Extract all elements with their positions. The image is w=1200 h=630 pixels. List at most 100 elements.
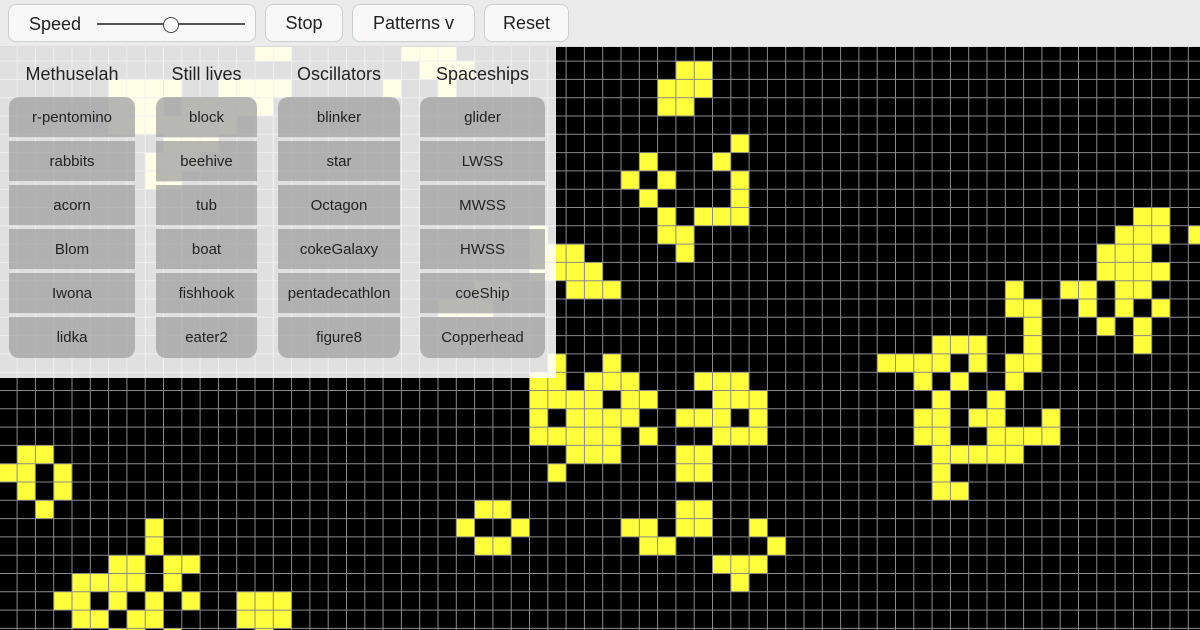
live-cell bbox=[712, 372, 731, 391]
live-cell bbox=[730, 170, 750, 190]
live-cell bbox=[145, 536, 164, 556]
live-cell bbox=[712, 152, 731, 171]
live-cell bbox=[895, 353, 914, 373]
live-cell bbox=[1115, 280, 1134, 299]
pattern-item[interactable]: rabbits bbox=[9, 141, 135, 182]
live-cell bbox=[1115, 244, 1134, 263]
live-cell bbox=[1133, 225, 1152, 245]
live-cell bbox=[932, 335, 951, 354]
live-cell bbox=[255, 591, 274, 611]
pattern-item[interactable]: LWSS bbox=[420, 141, 545, 182]
live-cell bbox=[968, 353, 987, 373]
pattern-item[interactable]: pentadecathlon bbox=[278, 273, 400, 314]
live-cell bbox=[1005, 372, 1024, 391]
live-cell bbox=[181, 591, 201, 611]
live-cell bbox=[730, 390, 750, 409]
stop-button[interactable]: Stop bbox=[265, 4, 343, 42]
live-cell bbox=[877, 353, 896, 373]
pattern-item[interactable]: eater2 bbox=[156, 317, 257, 358]
live-cell bbox=[694, 79, 713, 98]
live-cell bbox=[566, 445, 585, 464]
live-cell bbox=[639, 536, 658, 556]
pattern-item[interactable]: blinker bbox=[278, 97, 400, 138]
column-title: Still lives bbox=[171, 64, 242, 84]
pattern-item[interactable]: Iwona bbox=[9, 273, 135, 314]
speed-control: Speed bbox=[8, 4, 256, 42]
live-cell bbox=[547, 427, 567, 446]
pattern-item[interactable]: coeShip bbox=[420, 273, 545, 314]
live-cell bbox=[17, 445, 36, 464]
live-cell bbox=[657, 97, 676, 116]
live-cell bbox=[675, 518, 695, 537]
column-title: Methuselah bbox=[25, 64, 119, 84]
live-cell bbox=[932, 408, 951, 428]
live-cell bbox=[694, 445, 713, 464]
live-cell bbox=[968, 445, 987, 464]
live-cell bbox=[1023, 299, 1042, 318]
live-cell bbox=[1151, 299, 1170, 318]
live-cell bbox=[712, 555, 731, 574]
live-cell bbox=[675, 445, 695, 464]
live-cell bbox=[621, 518, 640, 537]
pattern-item[interactable]: lidka bbox=[9, 317, 135, 358]
live-cell bbox=[639, 152, 658, 171]
live-cell bbox=[712, 207, 731, 226]
pattern-item[interactable]: fishhook bbox=[156, 273, 257, 314]
pattern-item[interactable]: glider bbox=[420, 97, 545, 138]
live-cell bbox=[968, 335, 987, 354]
live-cell bbox=[566, 244, 585, 263]
live-cell bbox=[17, 482, 36, 501]
live-cell bbox=[913, 408, 933, 428]
live-cell bbox=[1005, 299, 1024, 318]
live-cell bbox=[987, 427, 1006, 446]
live-cell bbox=[72, 573, 91, 592]
live-cell bbox=[529, 427, 548, 446]
pattern-item[interactable]: boat bbox=[156, 229, 257, 270]
pattern-item[interactable]: tub bbox=[156, 185, 257, 226]
live-cell bbox=[675, 408, 695, 428]
live-cell bbox=[181, 555, 201, 574]
pattern-item[interactable]: Octagon bbox=[278, 185, 400, 226]
pattern-item[interactable]: star bbox=[278, 141, 400, 182]
live-cell bbox=[1041, 408, 1061, 428]
live-cell bbox=[1023, 353, 1042, 373]
pattern-item[interactable]: MWSS bbox=[420, 185, 545, 226]
pattern-item[interactable]: HWSS bbox=[420, 229, 545, 270]
pattern-item[interactable]: r-pentomino bbox=[9, 97, 135, 138]
live-cell bbox=[53, 463, 72, 482]
patterns-dropdown-button[interactable]: Patterns v bbox=[352, 4, 475, 42]
live-cell bbox=[932, 445, 951, 464]
live-cell bbox=[730, 207, 750, 226]
live-cell bbox=[1133, 244, 1152, 263]
pattern-item[interactable]: beehive bbox=[156, 141, 257, 182]
live-cell bbox=[492, 536, 512, 556]
live-cell bbox=[602, 372, 621, 391]
patterns-menu: Methuselah r-pentomino rabbits acorn Blo… bbox=[0, 47, 556, 378]
live-cell bbox=[72, 591, 91, 611]
live-cell bbox=[730, 427, 750, 446]
live-cell bbox=[712, 427, 731, 446]
live-cell bbox=[108, 573, 127, 592]
live-cell bbox=[694, 207, 713, 226]
live-cell bbox=[163, 573, 182, 592]
live-cell bbox=[1188, 225, 1200, 245]
live-cell bbox=[584, 372, 603, 391]
live-cell bbox=[584, 262, 603, 281]
live-cell bbox=[712, 390, 731, 409]
live-cell bbox=[145, 518, 164, 537]
live-cell bbox=[730, 555, 750, 574]
live-cell bbox=[950, 372, 969, 391]
live-cell bbox=[932, 482, 951, 501]
speed-slider-thumb[interactable] bbox=[163, 17, 179, 33]
pattern-item[interactable]: Copperhead bbox=[420, 317, 545, 358]
live-cell bbox=[749, 408, 768, 428]
reset-button[interactable]: Reset bbox=[484, 4, 569, 42]
pattern-item[interactable]: cokeGalaxy bbox=[278, 229, 400, 270]
pattern-item[interactable]: Blom bbox=[9, 229, 135, 270]
pattern-item[interactable]: acorn bbox=[9, 185, 135, 226]
pattern-item[interactable]: block bbox=[156, 97, 257, 138]
pattern-item[interactable]: figure8 bbox=[278, 317, 400, 358]
live-cell bbox=[566, 280, 585, 299]
live-cell bbox=[675, 225, 695, 245]
toolbar: Speed Stop Patterns v Reset bbox=[0, 0, 1200, 47]
